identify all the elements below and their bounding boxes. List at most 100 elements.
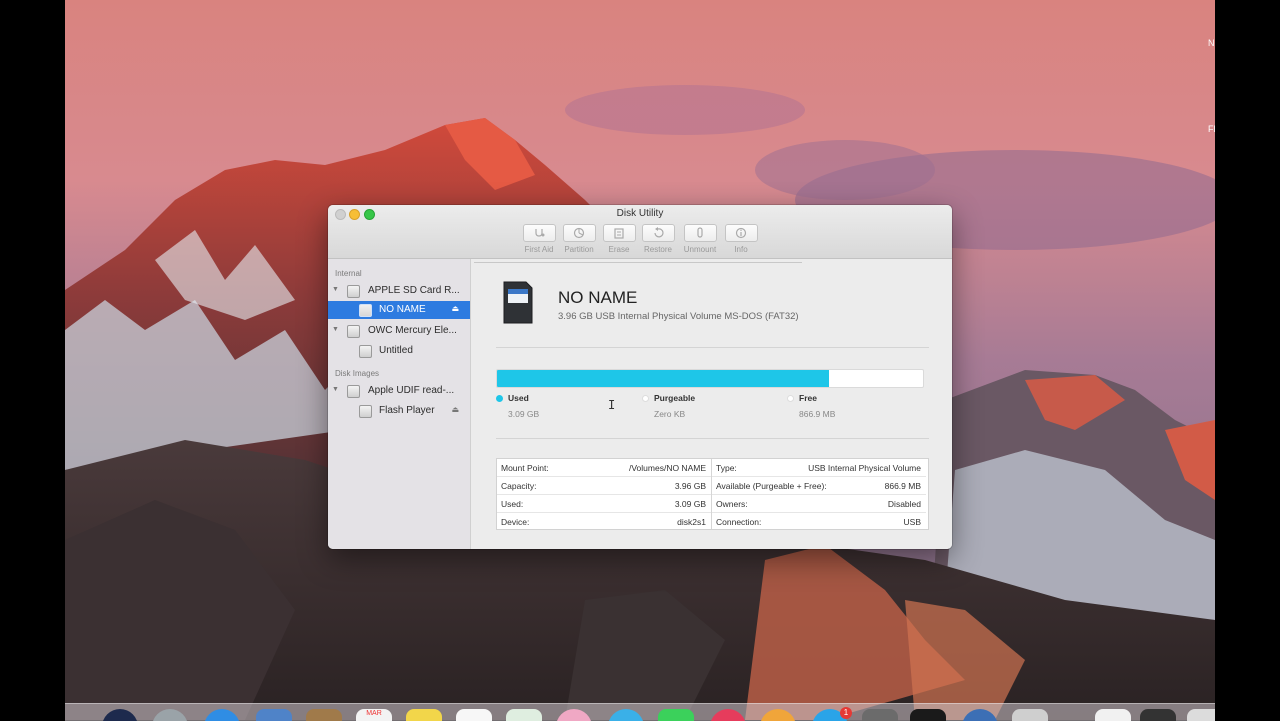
info-value: disk2s1 xyxy=(677,517,706,527)
maps-icon[interactable] xyxy=(506,709,542,721)
reminders-icon[interactable] xyxy=(456,709,492,721)
eject-icon[interactable]: ⏏ xyxy=(451,304,459,313)
info-table: Mount Point: /Volumes/NO NAME Capacity: … xyxy=(496,458,929,530)
partition-label: Partition xyxy=(564,245,594,254)
restore-icon xyxy=(654,227,664,238)
info-value: 3.09 GB xyxy=(674,499,706,509)
app-store-badge: 1 xyxy=(840,707,852,719)
sidebar-item-owc-mercury[interactable]: ▼ OWC Mercury Ele... xyxy=(328,322,470,340)
sd-card-icon xyxy=(503,281,533,324)
volume-icon xyxy=(359,304,372,317)
erase-button[interactable]: Erase xyxy=(599,224,639,254)
photos-icon[interactable] xyxy=(556,709,592,721)
info-value: USB xyxy=(903,517,921,527)
sidebar-item-label: Untitled xyxy=(379,345,413,356)
first-aid-button[interactable]: First Aid xyxy=(519,224,559,254)
window-title: Disk Utility xyxy=(616,208,664,219)
mail-icon[interactable] xyxy=(256,709,292,721)
used-dot-icon xyxy=(496,395,503,402)
unmount-label: Unmount xyxy=(683,245,717,254)
info-label: Info xyxy=(734,245,748,254)
volume-description: 3.96 GB USB Internal Physical Volume MS-… xyxy=(558,311,799,322)
messages-icon[interactable] xyxy=(608,709,644,721)
disk-utility-icon[interactable] xyxy=(910,709,946,721)
info-value: 866.9 MB xyxy=(884,481,921,491)
section-internal: Internal xyxy=(335,269,362,278)
info-key: Type: xyxy=(716,463,737,473)
erase-icon xyxy=(614,228,624,239)
purgeable-label: Purgeable xyxy=(654,393,696,403)
ibooks-icon[interactable] xyxy=(760,709,796,721)
internal-disk-icon xyxy=(347,285,360,298)
facetime-icon[interactable] xyxy=(658,709,694,721)
trash-icon[interactable] xyxy=(1187,709,1215,721)
document-icon[interactable] xyxy=(1095,709,1131,721)
info-value: /Volumes/NO NAME xyxy=(629,463,706,473)
calendar-icon[interactable]: MAR xyxy=(356,709,392,721)
sidebar-item-flash-player[interactable]: Flash Player ⏏ xyxy=(328,402,470,420)
sidebar-item-untitled[interactable]: Untitled xyxy=(328,342,470,360)
info-row-mount-point: Mount Point: /Volumes/NO NAME xyxy=(497,459,711,477)
divider xyxy=(496,347,929,348)
divider xyxy=(496,438,929,439)
info-key: Device: xyxy=(501,517,530,527)
itunes-icon[interactable] xyxy=(710,709,746,721)
used-value: 3.09 GB xyxy=(508,409,540,419)
info-key: Owners: xyxy=(716,499,748,509)
text-cursor-icon: I xyxy=(608,398,616,412)
info-key: Mount Point: xyxy=(501,463,549,473)
sidebar-item-label: OWC Mercury Ele... xyxy=(368,325,457,336)
section-disk-images: Disk Images xyxy=(335,369,380,378)
purgeable-value: Zero KB xyxy=(654,409,686,419)
safari-icon[interactable] xyxy=(204,709,240,721)
sidebar-item-no-name[interactable]: NO NAME ⏏ xyxy=(328,301,470,319)
unmount-button[interactable]: Unmount xyxy=(680,224,720,254)
contacts-icon[interactable] xyxy=(306,709,342,721)
free-value: 866.9 MB xyxy=(799,409,836,419)
restore-button[interactable]: Restore xyxy=(638,224,678,254)
usage-bar xyxy=(496,369,924,388)
eject-icon[interactable]: ⏏ xyxy=(451,405,459,414)
system-icon[interactable] xyxy=(152,709,188,721)
disclosure-triangle-icon[interactable]: ▼ xyxy=(332,286,339,293)
app-icon[interactable] xyxy=(1012,709,1048,721)
free-label: Free xyxy=(799,393,817,403)
info-row-used: Used: 3.09 GB xyxy=(497,495,711,513)
info-row-capacity: Capacity: 3.96 GB xyxy=(497,477,711,495)
disk-image-icon xyxy=(347,385,360,398)
info-button[interactable]: Info xyxy=(721,224,761,254)
system-preferences-icon[interactable] xyxy=(862,709,898,721)
info-row-device: Device: disk2s1 xyxy=(497,513,711,531)
info-value: 3.96 GB xyxy=(674,481,706,491)
title-bar: Disk Utility First Aid Partition Erase R… xyxy=(328,205,952,259)
sidebar-item-label: NO NAME xyxy=(379,304,426,315)
sidebar: Internal ▼ APPLE SD Card R... NO NAME ⏏ … xyxy=(328,259,471,549)
app-icon[interactable] xyxy=(962,709,998,721)
info-key: Used: xyxy=(501,499,524,509)
first-aid-label: First Aid xyxy=(524,245,554,254)
notes-icon[interactable] xyxy=(406,709,442,721)
desktop-edge: N Fla xyxy=(1200,0,1215,720)
internal-disk-icon xyxy=(347,325,360,338)
unmount-icon xyxy=(697,227,703,238)
used-label: Used xyxy=(508,393,529,403)
sidebar-item-label: APPLE SD Card R... xyxy=(368,285,460,296)
sidebar-item-apple-udif[interactable]: ▼ Apple UDIF read-... xyxy=(328,382,470,400)
disk-utility-window: Disk Utility First Aid Partition Erase R… xyxy=(328,205,952,549)
info-icon xyxy=(735,227,747,239)
purgeable-dot-icon xyxy=(642,395,649,402)
erase-label: Erase xyxy=(608,245,630,254)
app-icon[interactable] xyxy=(1140,709,1176,721)
launchpad-icon[interactable] xyxy=(102,709,138,721)
sidebar-item-apple-sd-card[interactable]: ▼ APPLE SD Card R... xyxy=(328,282,470,300)
stethoscope-icon xyxy=(535,229,545,237)
info-value: USB Internal Physical Volume xyxy=(808,463,921,473)
info-value: Disabled xyxy=(887,499,921,509)
volume-icon xyxy=(359,345,372,358)
disclosure-triangle-icon[interactable]: ▼ xyxy=(332,326,339,333)
disclosure-triangle-icon[interactable]: ▼ xyxy=(332,386,339,393)
info-row-type: Type: USB Internal Physical Volume xyxy=(712,459,926,477)
desktop-item-label: N xyxy=(1208,38,1215,48)
sidebar-item-label: Apple UDIF read-... xyxy=(368,385,455,396)
partition-button[interactable]: Partition xyxy=(559,224,599,254)
